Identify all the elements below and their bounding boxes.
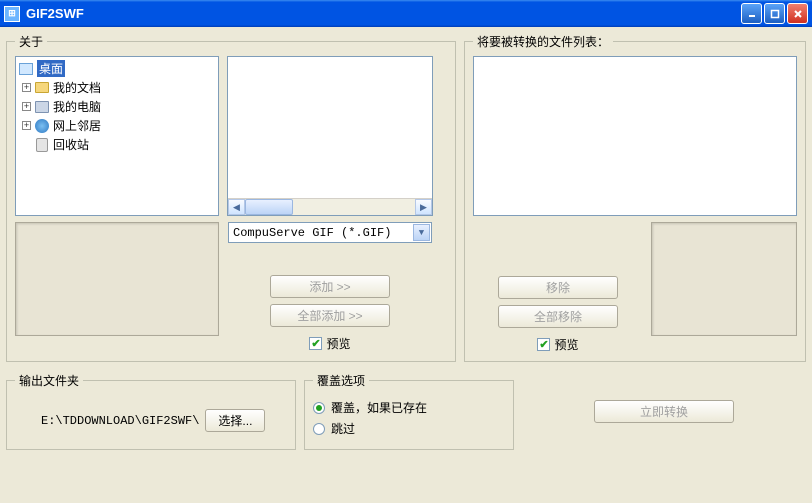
expand-icon[interactable]: + xyxy=(22,83,31,92)
remove-all-button[interactable]: 全部移除 xyxy=(498,305,618,328)
window-title: GIF2SWF xyxy=(26,6,741,21)
tree-item[interactable]: + 我的文档 xyxy=(22,78,216,97)
preview-left-checkbox[interactable]: ✔ xyxy=(309,337,322,350)
overwrite-legend: 覆盖选项 xyxy=(313,372,369,389)
skip-label: 跳过 xyxy=(331,420,355,437)
titlebar: ⊞ GIF2SWF xyxy=(0,0,812,27)
combo-value: CompuServe GIF (*.GIF) xyxy=(233,226,391,240)
output-folder-group: 输出文件夹 E:\TDDOWNLOAD\GIF2SWF\ 选择... xyxy=(6,372,296,450)
overwrite-radio-row[interactable]: 覆盖，如果已存在 xyxy=(313,399,505,416)
tree-item[interactable]: 回收站 xyxy=(22,135,216,154)
overwrite-group: 覆盖选项 覆盖，如果已存在 跳过 xyxy=(304,372,514,450)
skip-radio-row[interactable]: 跳过 xyxy=(313,420,505,437)
radio-skip[interactable] xyxy=(313,423,325,435)
source-preview xyxy=(15,222,219,336)
maximize-button[interactable] xyxy=(764,3,785,24)
chevron-down-icon[interactable]: ▼ xyxy=(413,224,430,241)
expand-icon[interactable]: + xyxy=(22,102,31,111)
computer-icon xyxy=(34,99,50,115)
tree-label: 回收站 xyxy=(53,136,89,153)
tree-label: 我的电脑 xyxy=(53,98,101,115)
right-group: 将要被转换的文件列表： 移除 全部移除 ✔ 预览 xyxy=(464,33,806,362)
add-all-button[interactable]: 全部添加 >> xyxy=(270,304,390,327)
tree-label: 网上邻居 xyxy=(53,117,101,134)
scroll-left-button[interactable]: ◀ xyxy=(228,199,245,215)
right-legend: 将要被转换的文件列表： xyxy=(473,33,613,50)
folder-icon xyxy=(34,80,50,96)
target-preview xyxy=(651,222,797,336)
browse-button[interactable]: 选择... xyxy=(205,409,265,432)
scroll-right-button[interactable]: ▶ xyxy=(415,199,432,215)
file-filter-combo[interactable]: CompuServe GIF (*.GIF) ▼ xyxy=(228,222,432,243)
overwrite-label: 覆盖，如果已存在 xyxy=(331,399,427,416)
tree-item[interactable]: + 我的电脑 xyxy=(22,97,216,116)
radio-overwrite[interactable] xyxy=(313,402,325,414)
remove-button[interactable]: 移除 xyxy=(498,276,618,299)
close-button[interactable] xyxy=(787,3,808,24)
expand-icon[interactable]: + xyxy=(22,121,31,130)
file-list[interactable]: ◀ ▶ xyxy=(227,56,433,216)
tree-item[interactable]: 桌面 xyxy=(18,59,216,78)
tree-item[interactable]: + 网上邻居 xyxy=(22,116,216,135)
convert-file-list[interactable] xyxy=(473,56,797,216)
folder-tree[interactable]: 桌面 + 我的文档 + 我的电脑 + 网上邻居 xyxy=(15,56,219,216)
add-button[interactable]: 添加 >> xyxy=(270,275,390,298)
left-legend: 关于 xyxy=(15,33,47,50)
scroll-thumb[interactable] xyxy=(245,199,293,215)
app-icon: ⊞ xyxy=(4,6,20,22)
tree-label: 我的文档 xyxy=(53,79,101,96)
preview-right-checkbox[interactable]: ✔ xyxy=(537,338,550,351)
recycle-bin-icon xyxy=(34,137,50,153)
preview-left-label: 预览 xyxy=(326,335,350,352)
desktop-icon xyxy=(18,61,34,77)
preview-right-label: 预览 xyxy=(554,336,578,353)
convert-button[interactable]: 立即转换 xyxy=(594,400,734,423)
horizontal-scrollbar[interactable]: ◀ ▶ xyxy=(228,198,432,215)
minimize-button[interactable] xyxy=(741,3,762,24)
output-legend: 输出文件夹 xyxy=(15,372,83,389)
network-icon xyxy=(34,118,50,134)
tree-label: 桌面 xyxy=(37,60,65,77)
output-path: E:\TDDOWNLOAD\GIF2SWF\ xyxy=(41,414,199,428)
left-group: 关于 桌面 + 我的文档 + 我的电脑 xyxy=(6,33,456,362)
